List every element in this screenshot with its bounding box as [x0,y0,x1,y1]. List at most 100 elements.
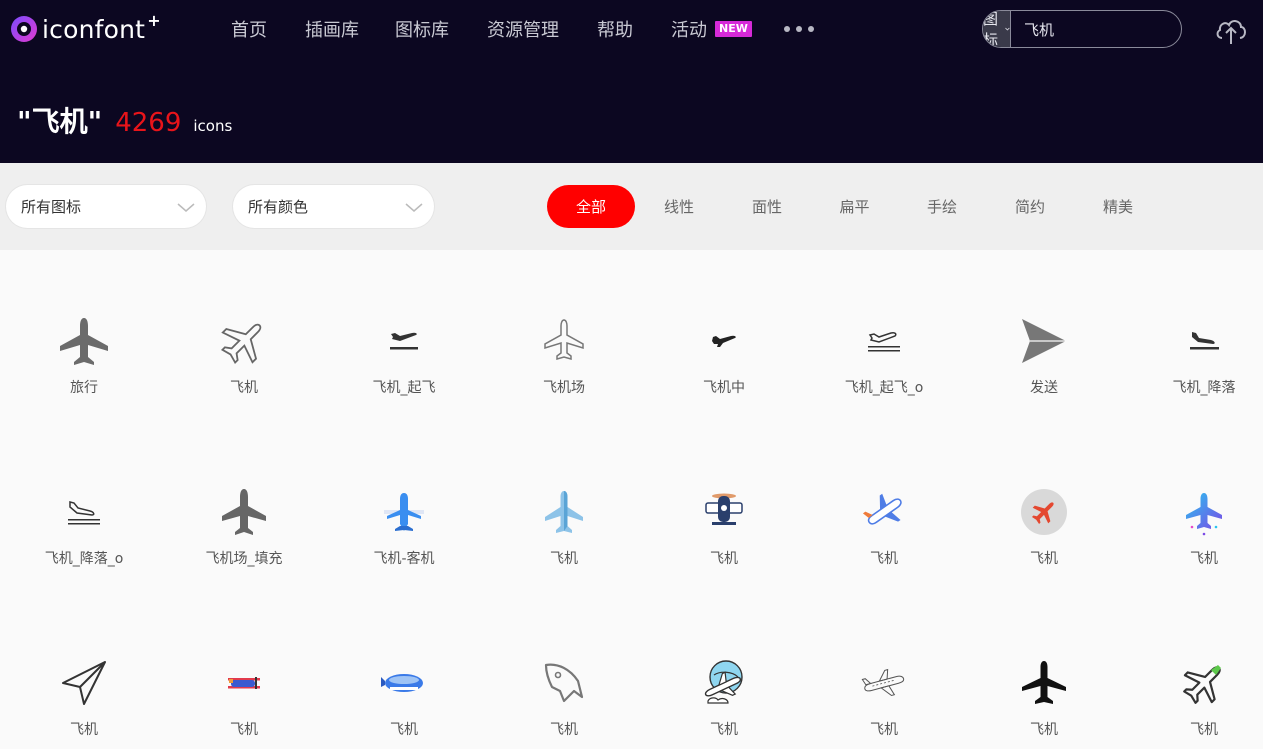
icon-card[interactable]: 飞机 [960,486,1120,606]
icon-card[interactable]: 飞机 [800,486,960,606]
icon-card[interactable]: 旅行 [0,315,160,435]
tab-exquisite[interactable]: 精美 [1074,185,1162,228]
filter-bar: 所有图标 所有颜色 全部 线性 面性 扁平 手绘 简约 精美 [0,163,1263,250]
icon-grid: 旅行 飞机 飞机_起飞 飞机场 飞机中 飞机_起飞_o 发送 飞机_降落 飞机_… [0,250,1263,749]
icon-type-select[interactable]: 所有图标 [6,185,206,228]
icon-card[interactable]: 飞机 [320,657,480,749]
logo[interactable]: iconfont + [10,10,161,46]
airplane-small-icon [698,315,750,367]
airplane-lightblue-icon [538,486,590,538]
takeoff-outline-icon [858,315,910,367]
airplane-green-icon [1178,657,1230,709]
tab-simple[interactable]: 简约 [986,185,1074,228]
airliner-blue-icon [378,486,430,538]
airplane-gradient-icon [1178,486,1230,538]
search-box: 图标 [982,10,1182,48]
airplane-black-icon [1018,657,1070,709]
nav-activities[interactable]: 活动 NEW [671,16,752,42]
airport-filled-icon [218,486,270,538]
main-nav: 首页 插画库 图标库 资源管理 帮助 活动 NEW [231,14,820,44]
icon-card[interactable]: 飞机中 [640,315,800,435]
style-tabs: 全部 线性 面性 扁平 手绘 简约 精美 [547,185,1162,228]
icon-label: 飞机 [230,722,258,738]
blimp-icon [378,657,430,709]
icon-label: 飞机 [390,722,418,738]
icon-card[interactable]: 发送 [960,315,1120,435]
color-value: 所有颜色 [248,198,309,216]
propeller-plane-icon [698,486,750,538]
icon-label: 飞机中 [703,380,745,396]
rocket-outline-icon [538,657,590,709]
airplane-solid-icon [58,315,110,367]
icon-card[interactable]: 飞机_降落_o [0,486,160,606]
icon-card[interactable]: 飞机 [160,657,320,749]
icon-card[interactable]: 飞机场 [480,315,640,435]
icon-card[interactable]: 飞机-客机 [320,486,480,606]
icon-type-value: 所有图标 [21,198,82,216]
icon-label: 飞机场 [543,380,585,396]
icon-label: 飞机_降落_o [44,551,124,567]
icon-label: 飞机_起飞_o [844,380,924,396]
icon-card[interactable]: 飞机 [160,315,320,435]
icon-label: 飞机 [230,380,258,396]
logo-text: iconfont [42,14,146,44]
tab-flat[interactable]: 扁平 [811,185,898,228]
nav-help[interactable]: 帮助 [597,16,633,42]
icon-label: 旅行 [70,380,98,396]
color-select[interactable]: 所有颜色 [233,185,434,228]
icon-label: 飞机 [1030,722,1058,738]
nav-icon-library[interactable]: 图标库 [395,16,449,42]
airport-outline-icon [538,315,590,367]
airplane-flat-icon [858,486,910,538]
icon-label: 飞机 [1190,551,1218,567]
biplane-icon [218,657,270,709]
icon-label: 飞机 [710,722,738,738]
search-input[interactable] [1011,11,1181,47]
icon-card[interactable]: 飞机 [640,657,800,749]
icon-label: 飞机 [870,722,898,738]
icon-card[interactable]: 飞机 [960,657,1120,749]
icon-label: 飞机-客机 [373,551,435,567]
tab-fill[interactable]: 面性 [723,185,811,228]
tab-handdrawn[interactable]: 手绘 [898,185,986,228]
tab-all[interactable]: 全部 [547,185,635,228]
search-type-label: 图标 [983,10,999,48]
icon-label: 飞机 [1190,722,1218,738]
icon-card[interactable]: 飞机_起飞_o [800,315,960,435]
airplane-red-circle-icon [1018,486,1070,538]
tab-line[interactable]: 线性 [635,185,723,228]
top-header: iconfont + 首页 插画库 图标库 资源管理 帮助 活动 NEW 图标 … [0,0,1263,163]
icon-label: 飞机 [710,551,738,567]
search-type-select[interactable]: 图标 [983,10,1012,48]
landing-outline-icon [58,486,110,538]
chevron-down-icon [405,203,423,212]
icon-card[interactable]: 飞机 [480,657,640,749]
search-result-headline: "飞机" 4269 icons [17,100,232,140]
send-icon [1018,315,1070,367]
icon-label: 发送 [1030,380,1058,396]
chevron-down-icon [177,203,195,212]
result-query: "飞机" [17,105,103,138]
icon-card[interactable]: 飞机 [640,486,800,606]
logo-plus: + [147,10,161,30]
icon-label: 飞机 [870,551,898,567]
nav-illustrations[interactable]: 插画库 [305,16,359,42]
icon-card[interactable]: 飞机_起飞 [320,315,480,435]
upload-cloud-icon[interactable] [1213,12,1249,48]
icon-label: 飞机场_填充 [205,551,283,567]
icon-card[interactable]: 飞机 [0,657,160,749]
paper-plane-icon [58,657,110,709]
icon-card[interactable]: 飞机场_填充 [160,486,320,606]
icon-card[interactable]: 飞机 [800,657,960,749]
icon-card[interactable]: 飞机_降落 [1120,315,1263,435]
nav-home[interactable]: 首页 [231,16,267,42]
icon-label: 飞机 [550,551,578,567]
icon-card[interactable]: 飞机 [1120,657,1263,749]
new-badge: NEW [715,21,752,37]
icon-card[interactable]: 飞机 [480,486,640,606]
airplane-outline-icon [218,315,270,367]
icon-label: 飞机_降落 [1172,380,1236,396]
icon-card[interactable]: 飞机 [1120,486,1263,606]
more-menu-icon[interactable] [784,26,820,32]
nav-resource-management[interactable]: 资源管理 [487,16,559,42]
